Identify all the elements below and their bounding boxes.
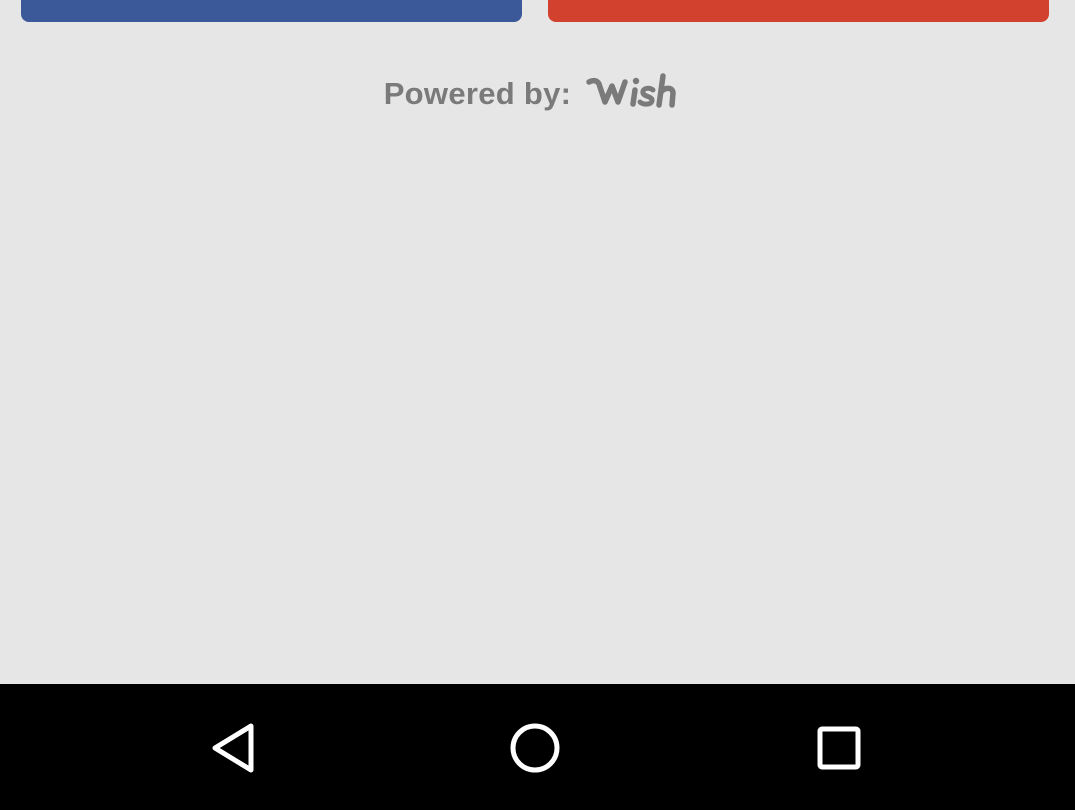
recents-icon xyxy=(817,726,861,770)
back-icon xyxy=(212,723,254,773)
wish-logo: wish xyxy=(586,73,677,108)
navigation-bar xyxy=(0,684,1075,810)
home-button[interactable] xyxy=(505,718,565,778)
recents-button[interactable] xyxy=(809,718,869,778)
powered-by: Powered by: wish xyxy=(0,73,1075,112)
powered-by-label: Powered by: xyxy=(383,76,572,111)
screen: Powered by: wish xyxy=(0,0,1075,810)
google-login-button[interactable] xyxy=(548,0,1049,22)
facebook-login-button[interactable] xyxy=(21,0,522,22)
back-button[interactable] xyxy=(202,718,262,778)
home-icon xyxy=(510,723,560,773)
